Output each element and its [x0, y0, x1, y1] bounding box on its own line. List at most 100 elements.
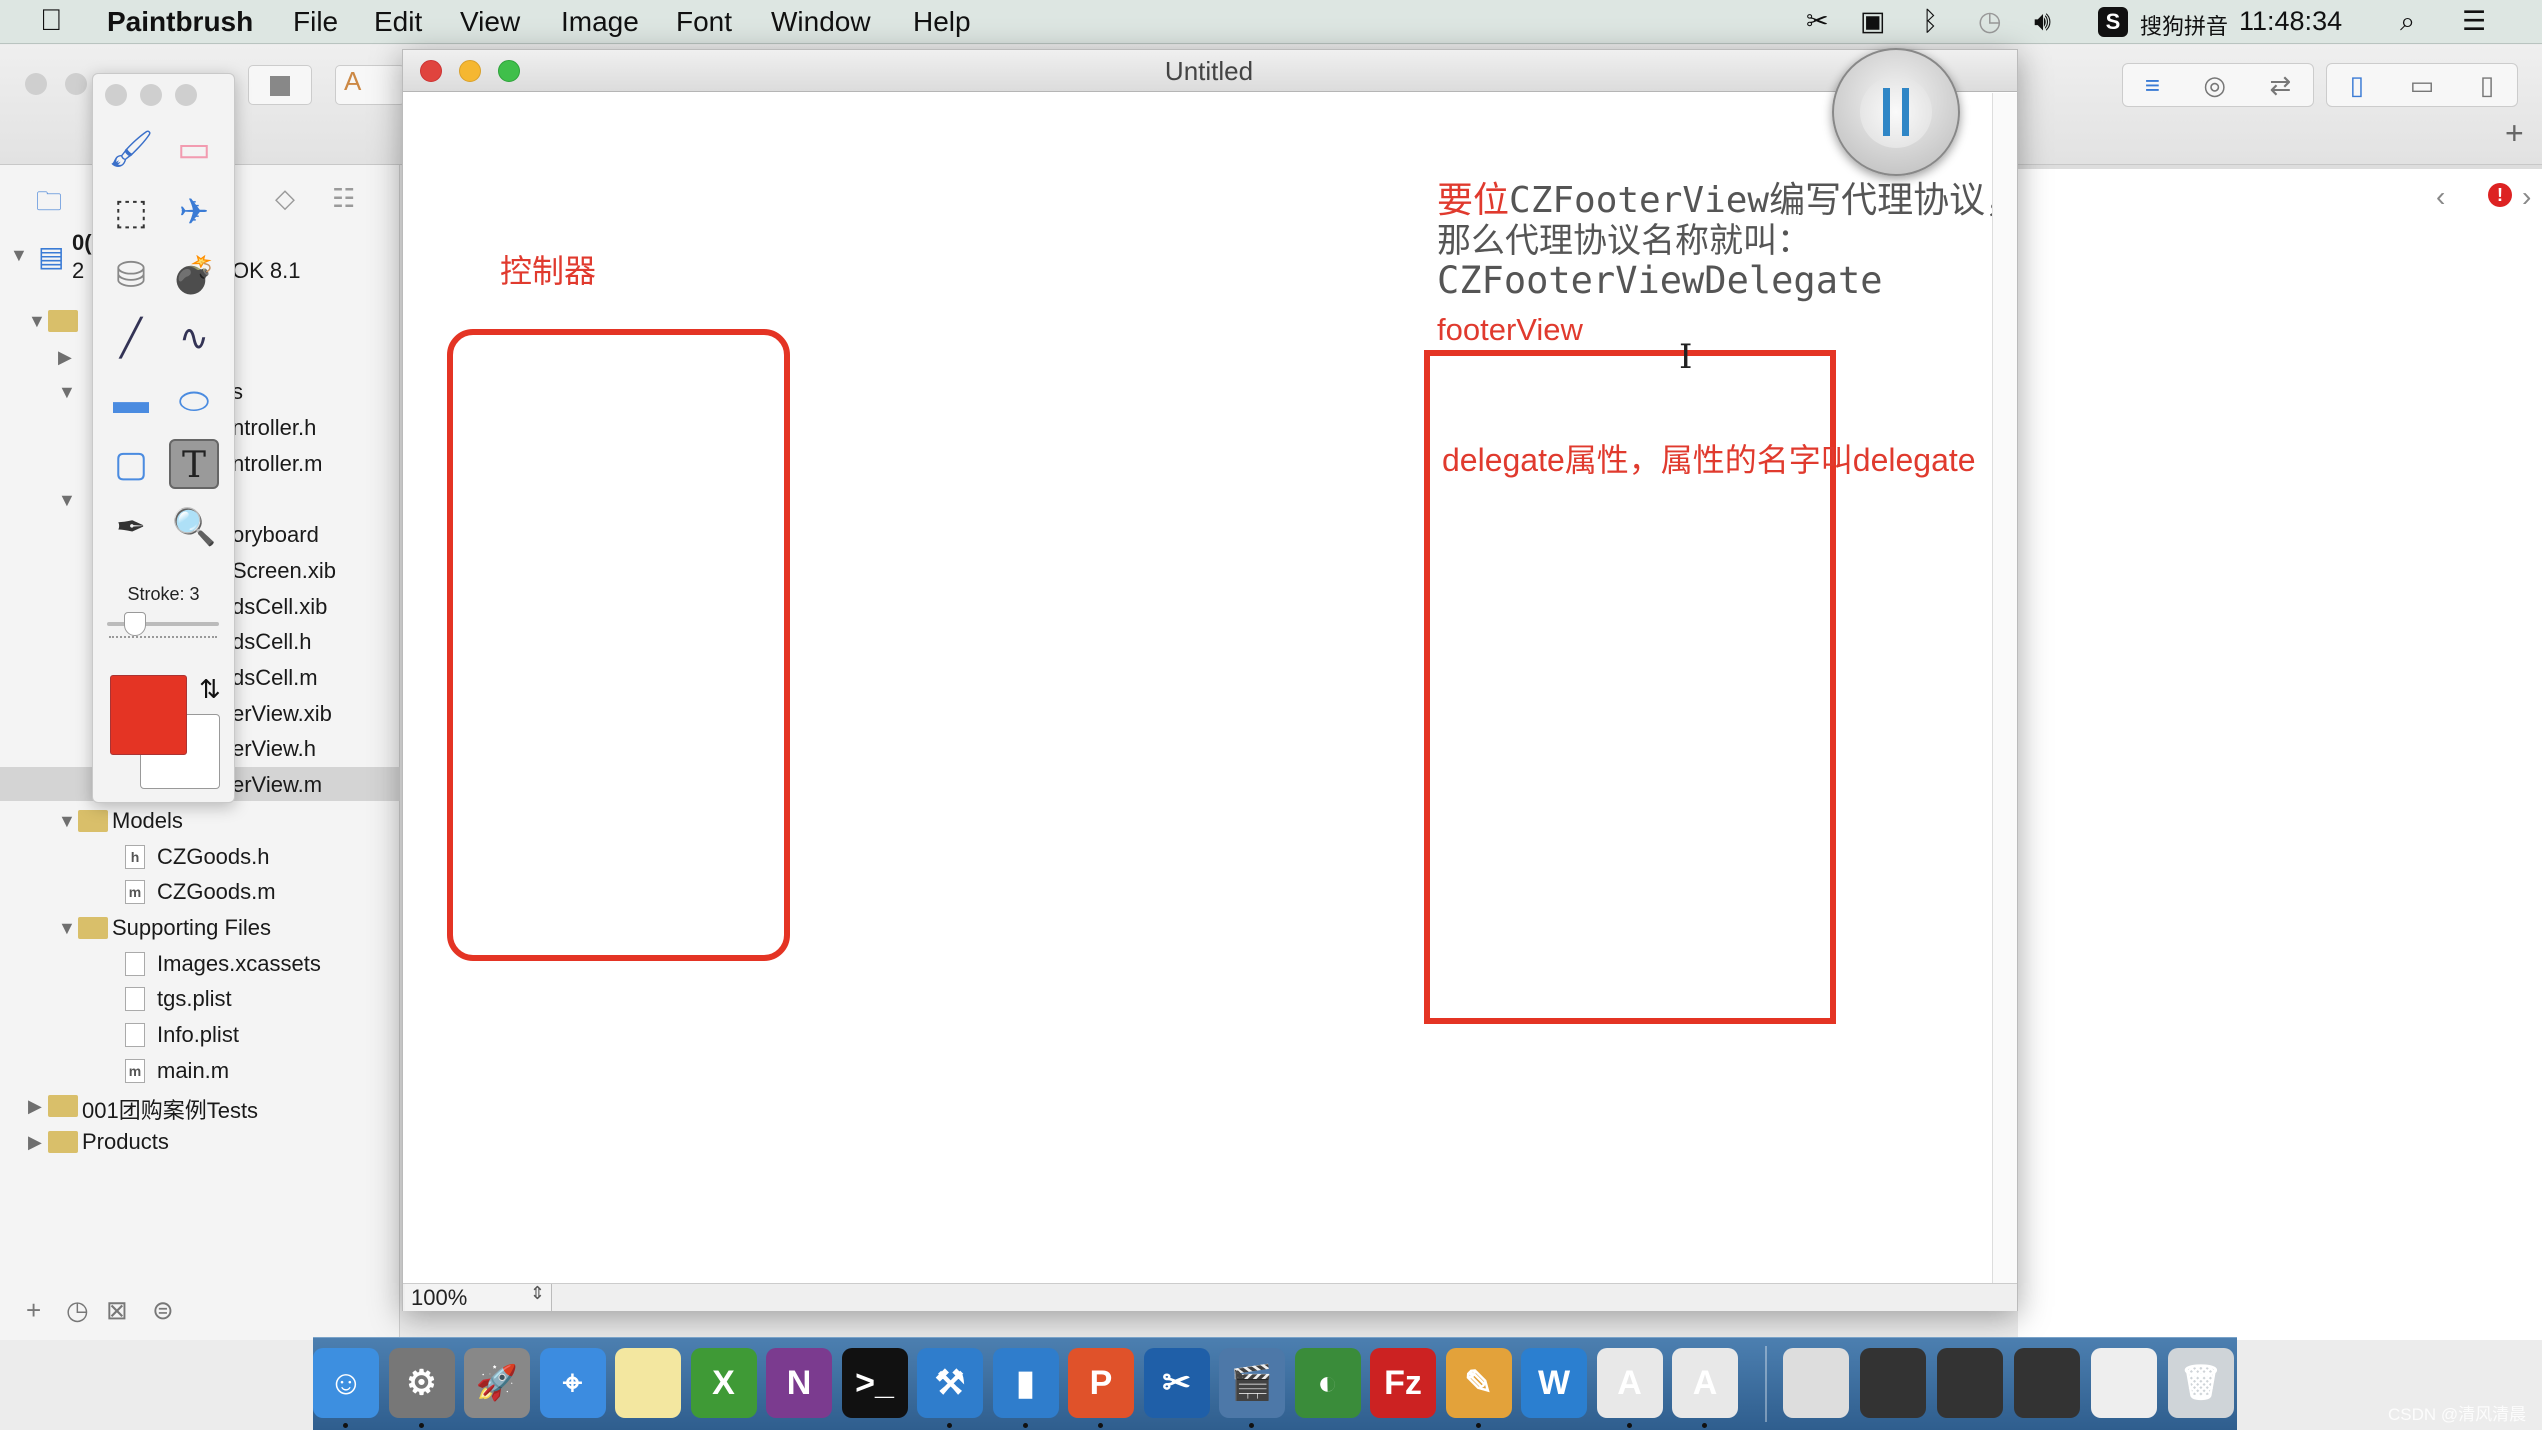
dock-filezilla-icon[interactable]: Fz: [1370, 1348, 1436, 1418]
line-tool-icon[interactable]: ╱: [106, 313, 156, 363]
menu-help[interactable]: Help: [913, 6, 971, 38]
dock-screen-2-icon[interactable]: [1937, 1348, 2003, 1418]
pause-recording-button[interactable]: [1832, 48, 1960, 176]
debug-area-toggle-icon[interactable]: ▭: [2410, 70, 2435, 101]
dock-screen-3-icon[interactable]: [2014, 1348, 2080, 1418]
dock-simulator-icon[interactable]: ▮: [992, 1348, 1059, 1418]
apple-menu-icon[interactable]: : [40, 4, 63, 38]
test-navigator-icon[interactable]: ◇: [275, 183, 295, 214]
disclosure-triangle-down-icon[interactable]: ▼: [58, 490, 76, 511]
file-tree-item[interactable]: main.m: [157, 1058, 229, 1093]
file-tree-item[interactable]: dsCell.xib: [232, 594, 327, 629]
file-tree-item[interactable]: Images.xcassets: [157, 951, 321, 986]
file-tree-item[interactable]: oryboard: [232, 522, 319, 557]
dock-sketch-app-icon[interactable]: ✎: [1445, 1348, 1512, 1418]
add-tab-icon[interactable]: +: [2505, 115, 2524, 152]
vertical-scrollbar[interactable]: [1992, 93, 2017, 1283]
scheme-icon[interactable]: A: [335, 65, 405, 105]
disclosure-triangle-down-icon[interactable]: ▼: [58, 382, 76, 403]
bomb-tool-icon[interactable]: 💣: [169, 250, 219, 300]
dock-excel-x-icon[interactable]: X: [690, 1348, 757, 1418]
file-tree-item[interactable]: Models: [112, 808, 183, 843]
file-tree-item[interactable]: erView.m: [232, 772, 322, 807]
menu-font[interactable]: Font: [676, 6, 732, 38]
dock-notes-icon[interactable]: [615, 1348, 681, 1418]
dock-onenote-icon[interactable]: N: [766, 1348, 832, 1418]
menu-app[interactable]: Paintbrush: [107, 6, 253, 38]
stop-button[interactable]: [248, 65, 312, 105]
magnifier-tool-icon[interactable]: 🔍: [169, 502, 219, 552]
utilities-toggle-icon[interactable]: ▯: [2480, 70, 2494, 101]
disclosure-triangle-right-icon[interactable]: ▶: [28, 1132, 42, 1153]
dock-trash-icon[interactable]: 🗑: [2168, 1348, 2234, 1418]
sogou-ime-icon[interactable]: S: [2098, 7, 2128, 37]
file-tree-item[interactable]: tgs.plist: [157, 986, 232, 1021]
notification-list-icon[interactable]: ☰: [2462, 6, 2486, 37]
drawing-canvas[interactable]: 控制器 要位CZFooterView编写代理协议， 那么代理协议名称就叫： CZ…: [403, 93, 1992, 1283]
dock-safari-icon[interactable]: ⌖: [539, 1348, 606, 1418]
ellipse-tool-icon[interactable]: ⬭: [169, 376, 219, 426]
file-tree-item[interactable]: ntroller.h: [232, 415, 316, 450]
bluetooth-icon[interactable]: ᛒ: [1922, 6, 1938, 37]
stepper-chevrons-icon[interactable]: ⇕: [530, 1283, 545, 1304]
disclosure-triangle-down-icon[interactable]: ▼: [58, 811, 76, 832]
file-tree-item[interactable]: CZGoods.h: [157, 844, 270, 879]
dock-screen-1-icon[interactable]: [1860, 1348, 1926, 1418]
eraser-tool-icon[interactable]: ▭: [169, 124, 219, 174]
marquee-select-tool-icon[interactable]: ⬚: [106, 187, 156, 237]
recent-files-icon[interactable]: ◷: [66, 1295, 89, 1326]
zoom-select[interactable]: 100% ⇕: [405, 1283, 552, 1311]
menu-window[interactable]: Window: [771, 6, 871, 38]
disclosure-triangle-right-icon[interactable]: ▶: [28, 1096, 42, 1117]
standard-editor-icon[interactable]: ≡: [2145, 70, 2160, 101]
spotlight-search-icon[interactable]: ⌕: [2400, 6, 2415, 38]
disclosure-triangle-down-icon[interactable]: ▼: [28, 311, 46, 332]
error-badge-icon[interactable]: !: [2488, 183, 2512, 207]
text-tool-icon[interactable]: T: [169, 439, 219, 489]
jump-back-icon[interactable]: ‹: [2436, 181, 2445, 213]
xcode-close-button[interactable]: [25, 73, 47, 95]
menu-view[interactable]: View: [460, 6, 520, 38]
dock-launchpad-icon[interactable]: 🚀: [464, 1348, 530, 1418]
dock-pro-app-icon[interactable]: ◐: [1294, 1348, 1361, 1418]
file-tree-item[interactable]: Screen.xib: [232, 558, 336, 593]
dock-word-w-icon[interactable]: W: [1521, 1348, 1587, 1418]
curve-tool-icon[interactable]: ∿: [169, 313, 219, 363]
menu-file[interactable]: File: [293, 6, 338, 38]
dock-system-preferences-icon[interactable]: ⚙: [388, 1348, 455, 1418]
file-tree-item[interactable]: Supporting Files: [112, 915, 271, 950]
eyedropper-tool-icon[interactable]: ✒: [106, 502, 156, 552]
menu-edit[interactable]: Edit: [374, 6, 422, 38]
ime-label[interactable]: 搜狗拼音: [2140, 9, 2228, 41]
jump-forward-icon[interactable]: ›: [2522, 181, 2531, 213]
disclosure-triangle-right-icon[interactable]: ▶: [58, 347, 72, 368]
dock-finder-icon[interactable]: ☺: [313, 1348, 379, 1418]
file-tree-item[interactable]: 001团购案例Tests: [82, 1093, 258, 1128]
dock-app-a1-icon[interactable]: A: [1596, 1348, 1663, 1418]
add-file-icon[interactable]: +: [26, 1295, 41, 1326]
dock-video-icon[interactable]: 🎬: [1219, 1348, 1285, 1418]
clock[interactable]: 11:48:34: [2239, 6, 2342, 37]
dock-xcode-icon[interactable]: ⚒: [917, 1348, 983, 1418]
dock-app-a2-icon[interactable]: A: [1672, 1348, 1738, 1418]
stroke-slider-thumb[interactable]: [124, 612, 147, 636]
primary-color-well[interactable]: [110, 675, 187, 755]
menu-image[interactable]: Image: [561, 6, 639, 38]
assistant-editor-icon[interactable]: ◎: [2203, 70, 2226, 101]
version-editor-icon[interactable]: ⇄: [2269, 70, 2291, 101]
time-machine-icon[interactable]: ◷: [1978, 6, 2002, 37]
dock-terminal-icon[interactable]: >_: [841, 1348, 908, 1418]
brush-tool-icon[interactable]: 🖌: [106, 124, 156, 174]
file-tree-item[interactable]: Products: [82, 1129, 169, 1164]
rectangle-tool-icon[interactable]: ▬: [106, 376, 156, 426]
disclosure-triangle-down-icon[interactable]: ▼: [58, 918, 76, 939]
volume-icon[interactable]: 🔊︎: [2034, 6, 2051, 38]
breakpoint-navigator-icon[interactable]: ☷: [332, 183, 355, 214]
xcode-minimize-button[interactable]: [65, 73, 87, 95]
project-navigator-folder-icon[interactable]: 🗀: [36, 183, 62, 227]
file-tree-item[interactable]: ntroller.m: [232, 451, 322, 486]
spray-tool-icon[interactable]: ✈: [169, 187, 219, 237]
file-tree-item[interactable]: dsCell.h: [232, 629, 311, 664]
disclosure-triangle-down-icon[interactable]: ▼: [10, 245, 28, 266]
dock-powerpoint-p-icon[interactable]: P: [1068, 1348, 1134, 1418]
